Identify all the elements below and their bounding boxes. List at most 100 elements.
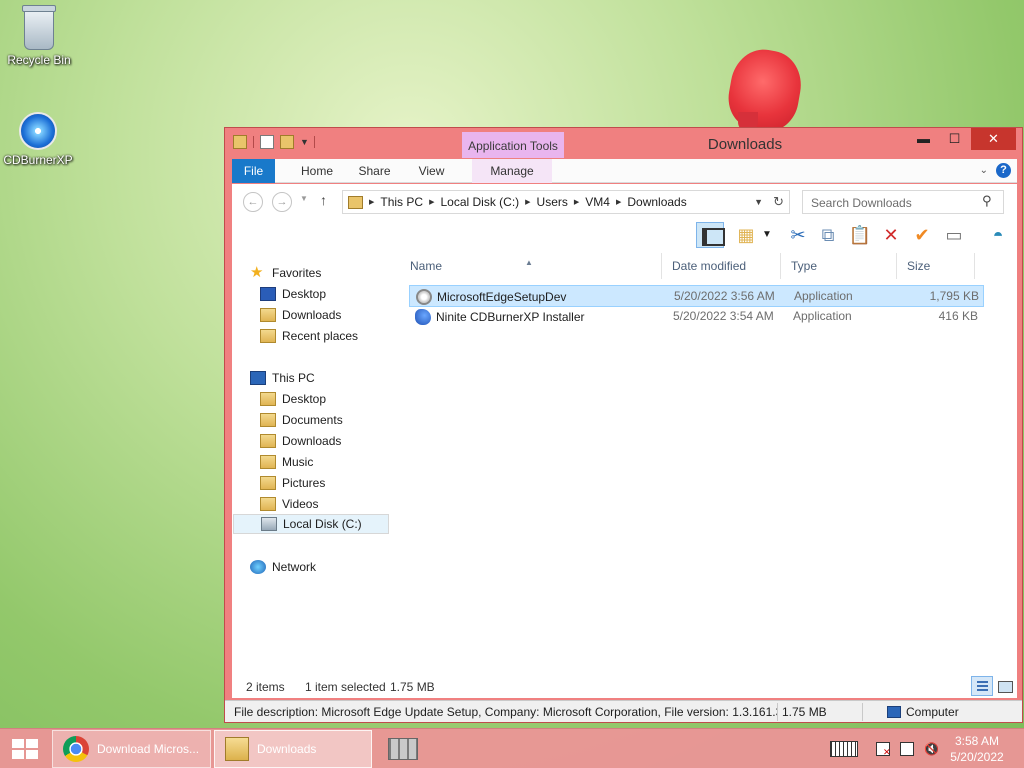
nav-label: Local Disk (C:) [283,517,362,531]
navigation-bar: ← → ▼ ↑ ▶ This PC ▶ Local Disk (C:) ▶ Us… [232,184,1017,219]
tab-home[interactable]: Home [292,159,342,183]
network-icon[interactable] [900,742,914,756]
breadcrumb: ▶ This PC ▶ Local Disk (C:) ▶ Users ▶ VM… [369,191,693,213]
properties-icon[interactable]: ▭ [940,222,968,248]
divider [862,703,863,721]
breadcrumb-local-disk[interactable]: Local Disk (C:) [434,195,525,209]
close-button[interactable]: ✕ [971,128,1016,150]
rename-icon[interactable]: ✔ [908,222,936,248]
nav-pc-downloads[interactable]: Downloads [260,431,341,451]
copy-icon[interactable]: ⧉ [814,222,842,248]
file-row-edge-setup[interactable]: MicrosoftEdgeSetupDev 5/20/2022 3:56 AM … [409,285,984,307]
music-folder-icon [260,455,276,469]
nav-label: Recent places [282,329,359,343]
search-input[interactable]: Search Downloads [802,190,1004,214]
command-toolbar: ▦ ▼ ✂ ⧉ 📋 ✕ ✔ ▭ ◓ [232,219,1017,251]
large-icons-view-button[interactable] [994,676,1016,696]
clock[interactable]: 3:58 AM 5/20/2022 [942,733,1012,765]
help-icon[interactable]: ? [996,163,1011,178]
context-tab-application-tools: Application Tools [462,132,564,158]
nav-pc-desktop[interactable]: Desktop [260,389,326,409]
address-bar[interactable]: ▶ This PC ▶ Local Disk (C:) ▶ Users ▶ VM… [342,190,790,214]
start-button[interactable] [0,729,48,768]
nav-pc-videos[interactable]: Videos [260,494,318,514]
pictures-folder-icon [260,476,276,490]
maximize-button[interactable]: ☐ [940,128,969,150]
properties-icon[interactable] [260,135,274,149]
desktop-icon-recycle-bin[interactable]: Recycle Bin [4,5,74,67]
network-icon [250,560,266,574]
taskbar-item-downloads[interactable]: Downloads [214,730,372,768]
documents-folder-icon [260,413,276,427]
folder-icon[interactable] [233,135,247,149]
preview-pane-button[interactable] [696,222,725,248]
desktop-icon-cdburnerxp[interactable]: CDBurnerXP [3,112,73,167]
file-date-cell: 5/20/2022 3:54 AM [673,309,774,323]
recent-locations-dropdown[interactable]: ▼ [300,194,308,203]
new-folder-icon[interactable]: ▦ [732,222,760,248]
tab-view[interactable]: View [409,159,454,183]
chevron-down-icon[interactable]: ▼ [754,197,763,207]
paste-icon[interactable]: 📋 [846,222,874,248]
refresh-icon[interactable]: ↻ [773,194,784,210]
nav-pc-music[interactable]: Music [260,452,313,472]
volume-muted-icon[interactable] [924,742,938,756]
breadcrumb-downloads[interactable]: Downloads [621,195,692,209]
tab-file[interactable]: File [232,159,275,183]
chevron-down-icon[interactable]: ▼ [760,222,774,248]
nav-label: Downloads [282,308,342,322]
nav-label: Desktop [282,287,327,301]
nav-favorites-recent[interactable]: Recent places [260,326,358,346]
new-folder-icon[interactable] [280,135,294,149]
recycle-bin-icon [22,5,56,50]
up-button[interactable]: ↑ [320,192,327,208]
nav-label: Documents [282,413,343,427]
expand-ribbon-icon[interactable]: ⌄ [980,165,988,176]
firewall-icon[interactable] [388,738,418,760]
breadcrumb-vm4[interactable]: VM4 [579,195,616,209]
content-area: ★ Favorites Desktop Downloads Recent pla… [232,251,1017,676]
nav-pc-pictures[interactable]: Pictures [260,473,325,493]
cut-icon[interactable]: ✂ [784,222,812,248]
taskbar-item-chrome[interactable]: Download Micros... [52,730,211,768]
nav-label: Network [272,560,317,574]
downloads-folder-icon [348,196,363,209]
nav-label: Pictures [282,476,326,490]
tab-share[interactable]: Share [352,159,397,183]
nav-label: This PC [272,371,315,385]
column-header-name[interactable]: ▲ Name [400,253,660,279]
cd-burner-icon [19,112,57,150]
breadcrumb-this-pc[interactable]: This PC [374,195,429,209]
shell-icon[interactable]: ◓ [984,222,1012,248]
chevron-down-icon[interactable]: ▼ [300,138,309,147]
action-center-icon[interactable] [876,742,891,758]
clock-time: 3:58 AM [954,734,1000,748]
nav-pc-documents[interactable]: Documents [260,410,343,430]
minimize-button[interactable]: ▬ [909,128,938,150]
breadcrumb-users[interactable]: Users [531,195,574,209]
back-button[interactable]: ← [243,192,263,212]
delete-icon[interactable]: ✕ [877,222,905,248]
taskbar: Download Micros... Downloads 3:58 AM 5/2… [0,728,1024,768]
column-header-type[interactable]: Type [781,253,897,279]
nav-pc-local-disk[interactable]: Local Disk (C:) [233,514,389,534]
tab-manage[interactable]: Manage [472,159,552,183]
column-header-size[interactable]: Size [897,253,975,279]
status-selection: 1 item selected [305,680,386,694]
clock-date: 5/20/2022 [950,750,1004,764]
nav-favorites-desktop[interactable]: Desktop [260,284,326,304]
nav-network[interactable]: Network [250,557,316,577]
nav-label: Downloads [282,434,342,448]
column-header-date[interactable]: Date modified [661,253,781,279]
file-row-ninite[interactable]: Ninite CDBurnerXP Installer 5/20/2022 3:… [409,306,984,328]
title-bar[interactable]: ▼ Application Tools Downloads ▬ ☐ ✕ [225,128,1022,158]
search-icon[interactable]: ⚲ [982,193,1009,209]
folder-icon [225,737,249,761]
nav-favorites[interactable]: ★ Favorites [250,263,321,283]
details-view-button[interactable] [971,676,993,696]
nav-favorites-downloads[interactable]: Downloads [260,305,341,325]
forward-button[interactable]: → [272,192,292,212]
keyboard-icon[interactable] [830,741,858,757]
nav-this-pc[interactable]: This PC [250,368,315,388]
star-icon: ★ [250,264,264,281]
